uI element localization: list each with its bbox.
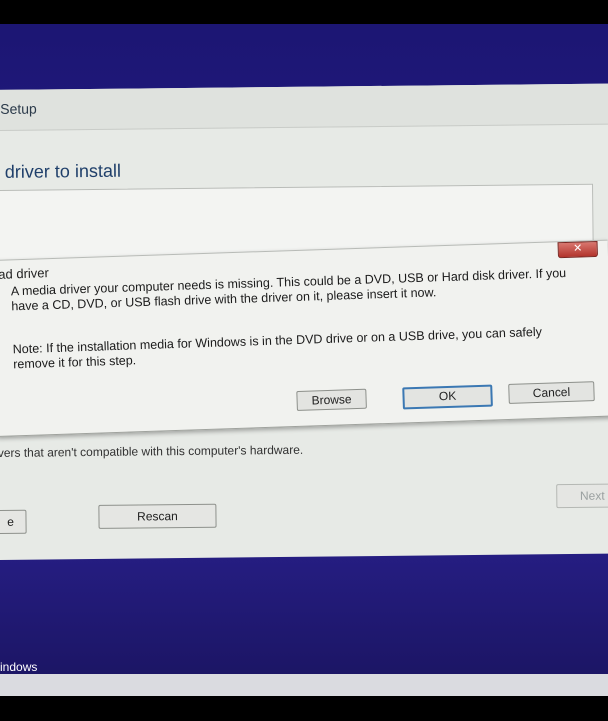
windows-label: indows: [0, 660, 38, 674]
dialog-note: Note: If the installation media for Wind…: [12, 324, 543, 372]
hardware-warning-text: vers that aren't compatible with this co…: [0, 442, 304, 460]
setup-title-bar: Setup: [0, 83, 608, 131]
rescan-label: Rescan: [137, 509, 178, 524]
dialog-ok-label: OK: [438, 388, 457, 404]
next-button[interactable]: Next: [556, 483, 608, 509]
close-icon: ✕: [572, 242, 583, 255]
setup-window-title: Setup: [0, 100, 37, 117]
setup-window: Setup driver to install vers that aren't…: [0, 83, 608, 560]
dialog-title: ad driver: [0, 265, 50, 282]
dialog-browse-label: Browse: [311, 392, 352, 408]
dialog-browse-button[interactable]: Browse: [296, 388, 367, 411]
rescan-button[interactable]: Rescan: [98, 503, 217, 529]
browse-partial-label: e: [7, 514, 14, 529]
next-label: Next: [579, 488, 605, 503]
browse-partial-button[interactable]: e: [0, 509, 27, 535]
dialog-ok-button[interactable]: OK: [402, 384, 493, 410]
dialog-cancel-label: Cancel: [532, 384, 571, 401]
close-button[interactable]: ✕: [557, 240, 599, 259]
dialog-cancel-button[interactable]: Cancel: [508, 381, 595, 404]
taskbar-strip: [0, 674, 608, 696]
page-heading: driver to install: [4, 160, 122, 182]
dialog-message: A media driver your computer needs is mi…: [10, 266, 567, 314]
load-driver-dialog: ad driver ✕ A media driver your computer…: [0, 239, 608, 437]
monitor-screen: Setup driver to install vers that aren't…: [0, 24, 608, 696]
